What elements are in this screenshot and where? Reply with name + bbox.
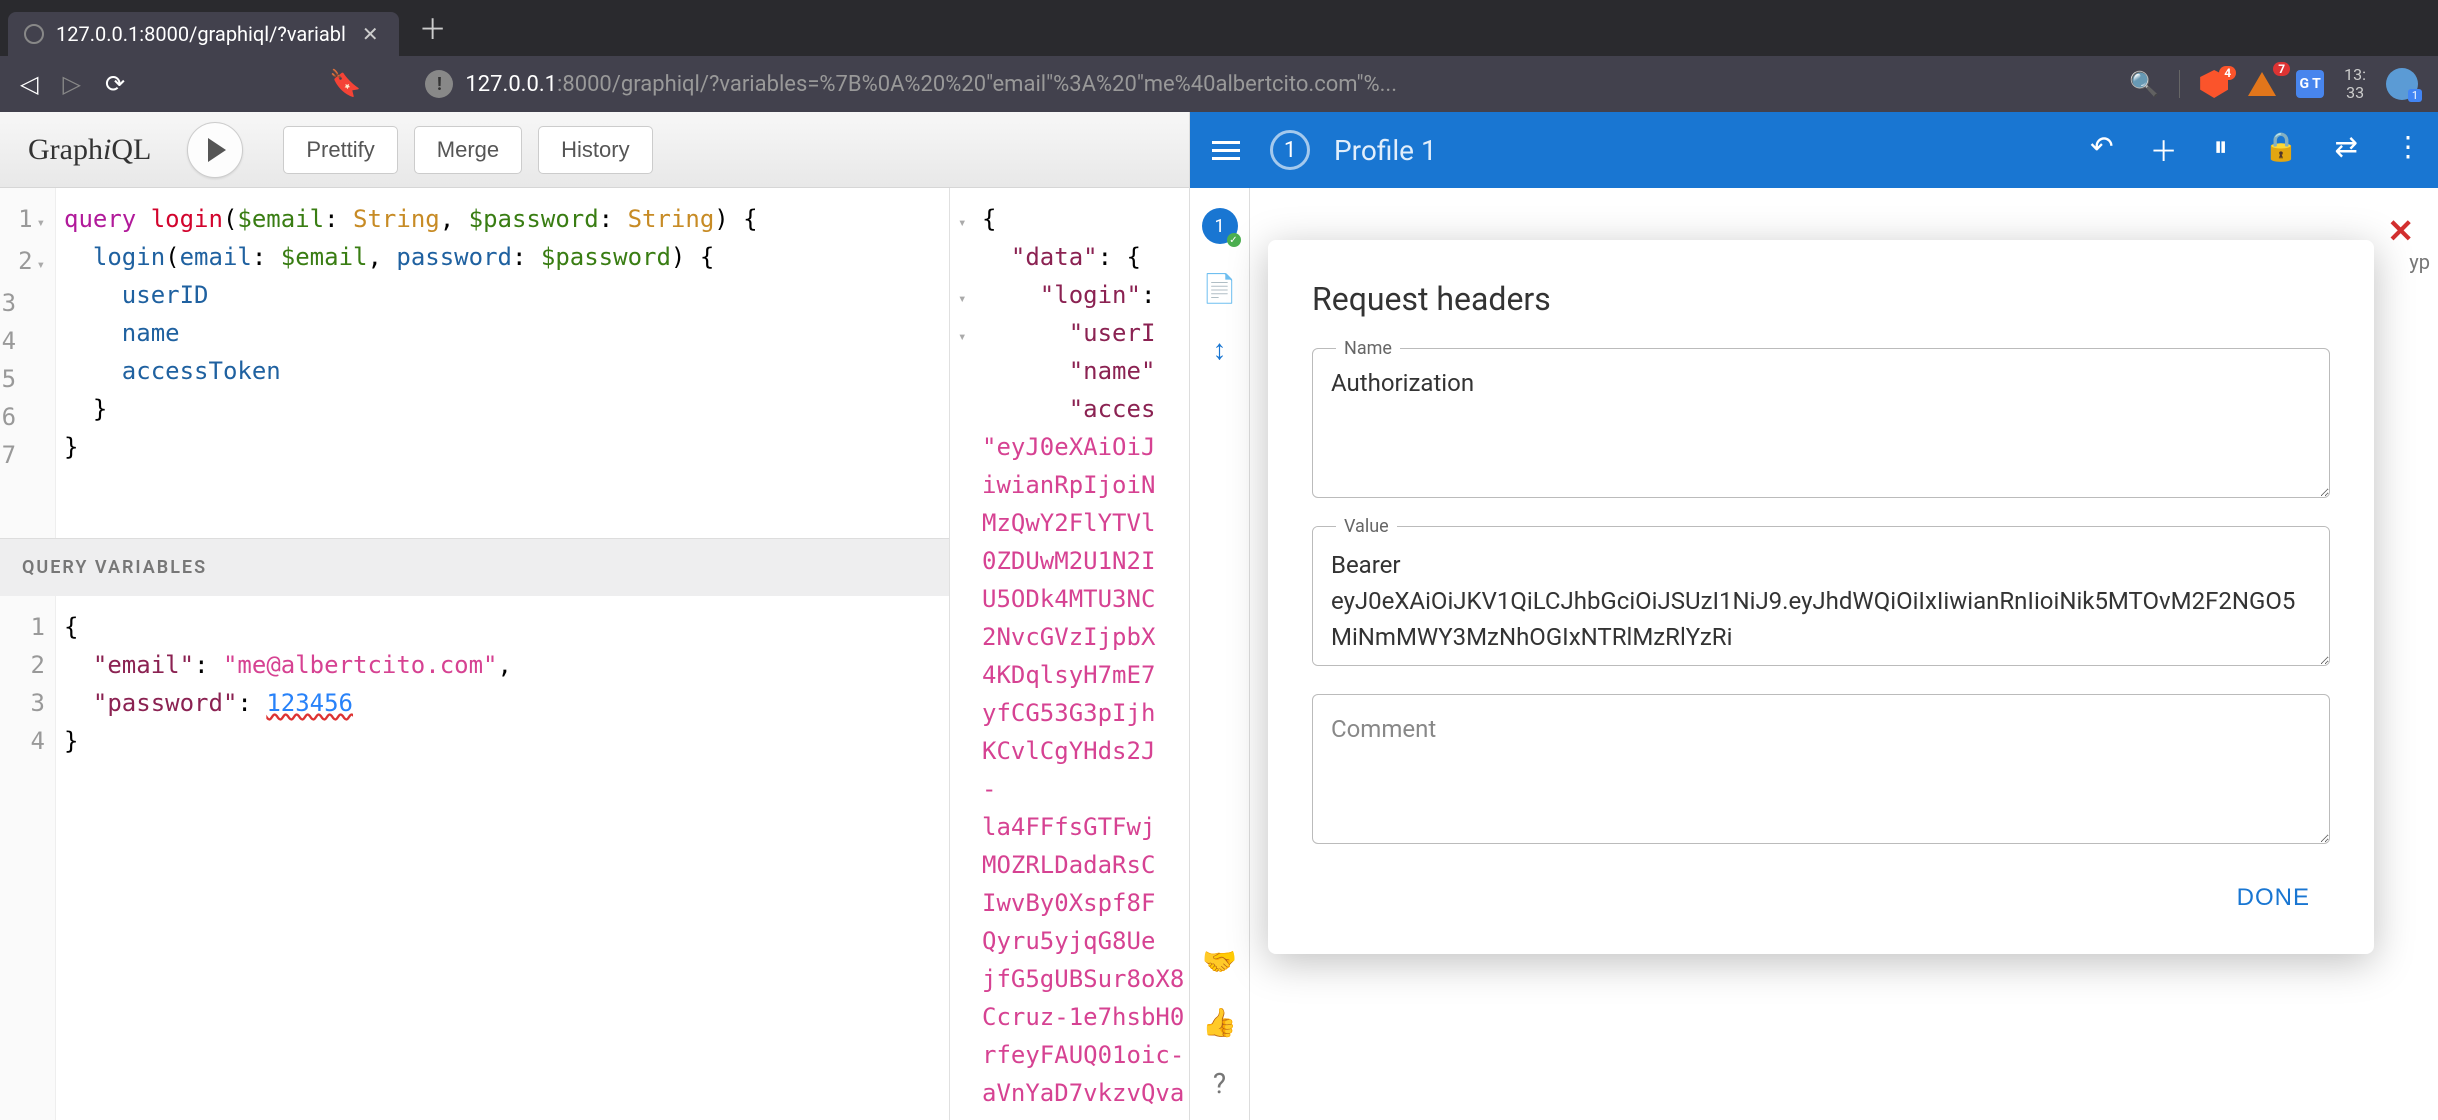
header-value-input[interactable] (1312, 526, 2330, 666)
lock-icon[interactable]: 🔒 (2264, 130, 2299, 170)
translate-extension-icon[interactable]: G T (2296, 70, 2324, 98)
metamask-icon[interactable]: 7 (2248, 72, 2276, 96)
pause-icon[interactable]: ⏸ (2214, 130, 2228, 170)
execute-button[interactable] (187, 122, 243, 178)
history-button[interactable]: History (538, 126, 652, 174)
bookmark-icon[interactable]: 🔖 (329, 69, 361, 99)
undo-icon[interactable]: ↶ (2090, 130, 2113, 170)
header-name-input[interactable] (1312, 348, 2330, 498)
brave-shield-icon[interactable]: 4 (2200, 70, 2228, 98)
site-info-icon[interactable]: ! (425, 70, 453, 98)
zoom-icon[interactable]: 🔍 (2129, 70, 2159, 98)
sort-icon[interactable]: ↕ (1213, 333, 1227, 366)
prettify-button[interactable]: Prettify (283, 126, 397, 174)
profile-avatar[interactable]: 1 (2386, 68, 2418, 100)
graphiql-logo: GraphiQL (28, 133, 151, 167)
request-headers-modal: Request headers Name Value DONE (1268, 240, 2374, 954)
close-icon[interactable]: ✕ (2387, 212, 2414, 250)
new-tab-button[interactable]: ＋ (399, 8, 467, 48)
query-editor[interactable]: 1▾ 2▾ 3 4 5 6 7 query login($email: Stri… (0, 188, 949, 538)
tab-title: 127.0.0.1:8000/graphiql/?variabl (56, 22, 346, 46)
line-gutter: 1▾ 2▾ 3 4 5 6 7 (0, 188, 56, 538)
help-icon[interactable]: ? (1213, 1067, 1226, 1100)
browser-tab[interactable]: 127.0.0.1:8000/graphiql/?variabl ✕ (8, 12, 399, 56)
merge-button[interactable]: Merge (414, 126, 522, 174)
forward-button[interactable]: ▷ (62, 70, 80, 98)
query-code: query login($email: String, $password: S… (56, 188, 766, 538)
check-icon: ✓ (1227, 233, 1241, 247)
value-label: Value (1336, 516, 1397, 537)
new-file-icon[interactable]: 📄 (1202, 272, 1237, 305)
add-icon[interactable]: ＋ (2150, 130, 2178, 170)
result-pane[interactable]: ▾▾▾ { "data": { "login": "userI "name" "… (950, 188, 1189, 1120)
more-icon[interactable]: ⋮ (2394, 130, 2422, 170)
line-gutter: 1234 (0, 596, 56, 1120)
url-text: 127.0.0.1:8000/graphiql/?variables=%7B%0… (465, 72, 1397, 97)
type-label: yp (2409, 250, 2430, 274)
request-tab-1[interactable]: 1 ✓ (1202, 208, 1238, 244)
name-label: Name (1336, 338, 1400, 359)
url-bar[interactable]: ! 127.0.0.1:8000/graphiql/?variables=%7B… (425, 70, 2105, 98)
play-icon (208, 138, 226, 162)
thumbs-up-icon[interactable]: 👍 (1202, 1006, 1237, 1039)
back-button[interactable]: ◁ (20, 70, 38, 98)
handshake-icon[interactable]: 🤝 (1202, 945, 1237, 978)
modal-title: Request headers (1312, 280, 2330, 318)
close-tab-icon[interactable]: ✕ (358, 20, 383, 48)
profile-number-badge: 1 (1270, 130, 1310, 170)
variables-code: { "email": "me@albertcito.com", "passwor… (56, 596, 520, 1120)
swap-icon[interactable]: ⇄ (2335, 130, 2358, 170)
reload-button[interactable]: ⟳ (105, 70, 125, 98)
header-comment-input[interactable] (1312, 694, 2330, 844)
clock: 13: 33 (2344, 66, 2366, 101)
menu-button[interactable] (1206, 135, 1246, 166)
done-button[interactable]: DONE (2217, 872, 2330, 924)
divider (2179, 70, 2180, 98)
query-variables-header[interactable]: QUERY VARIABLES (0, 538, 949, 596)
profile-label[interactable]: Profile 1 (1334, 134, 1437, 167)
globe-icon (24, 24, 44, 44)
result-json: { "data": { "login": "userI "name" "acce… (982, 200, 1189, 1108)
variables-editor[interactable]: 1234 { "email": "me@albertcito.com", "pa… (0, 596, 949, 1120)
